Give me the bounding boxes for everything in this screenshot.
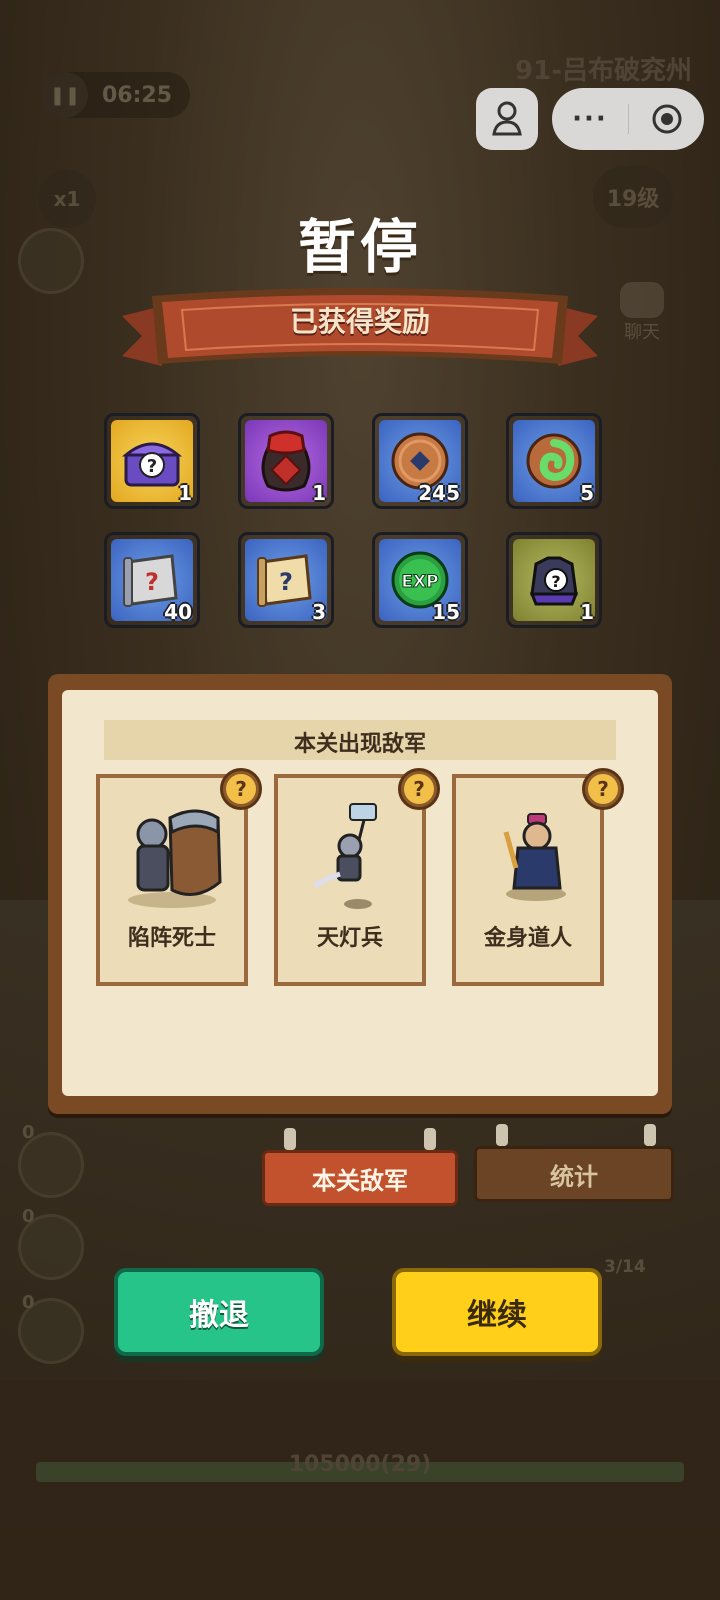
reward-count: 1 xyxy=(580,600,594,624)
help-icon[interactable]: ? xyxy=(582,768,624,810)
lantern-soldier-icon xyxy=(312,803,377,909)
target-icon xyxy=(652,104,681,134)
reward-item[interactable]: 5 xyxy=(506,413,602,509)
svg-text:EXP: EXP xyxy=(401,572,438,592)
tab-rope xyxy=(644,1124,656,1146)
help-icon[interactable]: ? xyxy=(398,768,440,810)
reward-count: 40 xyxy=(164,600,192,624)
svg-text:?: ? xyxy=(145,568,159,596)
reward-item[interactable]: 245 xyxy=(372,413,468,509)
reward-item[interactable]: 1 xyxy=(238,413,334,509)
shield-soldier-icon xyxy=(128,809,222,908)
enemy-card[interactable]: 金身道人 xyxy=(452,774,604,986)
mystery-armor-icon: ? xyxy=(529,556,579,606)
reward-item[interactable]: ? 1 xyxy=(506,532,602,628)
tab-rope xyxy=(284,1128,296,1150)
rewards-banner-text: 已获得奖励 xyxy=(289,305,430,338)
help-icon[interactable]: ? xyxy=(220,768,262,810)
enemy-card[interactable]: 天灯兵 xyxy=(274,774,426,986)
pause-title: 暂停 xyxy=(297,213,422,281)
enemy-name: 天灯兵 xyxy=(316,926,383,951)
mystery-chest-icon: ? xyxy=(121,442,183,487)
scroll-icon: ? xyxy=(257,554,312,607)
reward-count: 1 xyxy=(312,481,326,505)
close-program-button[interactable] xyxy=(629,103,704,135)
enemy-name: 金身道人 xyxy=(483,926,572,951)
svg-text:?: ? xyxy=(279,568,293,596)
reward-item[interactable]: ? 1 xyxy=(104,413,200,509)
enemy-card[interactable]: 陷阵死士 xyxy=(96,774,248,986)
reward-item[interactable]: ? 3 xyxy=(238,532,334,628)
tab-rope xyxy=(424,1128,436,1150)
svg-text:?: ? xyxy=(147,456,157,477)
reward-count: 1 xyxy=(178,481,192,505)
reward-count: 5 xyxy=(580,481,594,505)
jade-icon xyxy=(526,433,582,489)
reward-item[interactable]: ? 40 xyxy=(104,532,200,628)
wine-jar-icon xyxy=(261,430,311,492)
continue-button[interactable]: 继续 xyxy=(392,1268,602,1356)
reward-count: 3 xyxy=(312,600,326,624)
more-menu-button[interactable]: ··· xyxy=(552,104,628,134)
tab-stats[interactable]: 统计 xyxy=(474,1146,674,1202)
reward-count: 15 xyxy=(432,600,460,624)
person-icon xyxy=(492,101,522,136)
enemy-panel-title: 本关出现敌军 xyxy=(293,732,426,757)
taoist-icon xyxy=(503,813,566,901)
enemy-name: 陷阵死士 xyxy=(127,926,216,951)
reward-count: 245 xyxy=(418,481,460,505)
tab-enemies[interactable]: 本关敌军 xyxy=(262,1150,458,1206)
svg-text:?: ? xyxy=(551,572,560,591)
reward-item[interactable]: EXP 15 xyxy=(372,532,468,628)
retreat-button[interactable]: 撤退 xyxy=(114,1268,324,1356)
mini-program-capsule: ··· xyxy=(552,88,704,150)
tab-rope xyxy=(496,1124,508,1146)
avatar-menu-button[interactable] xyxy=(476,88,538,150)
